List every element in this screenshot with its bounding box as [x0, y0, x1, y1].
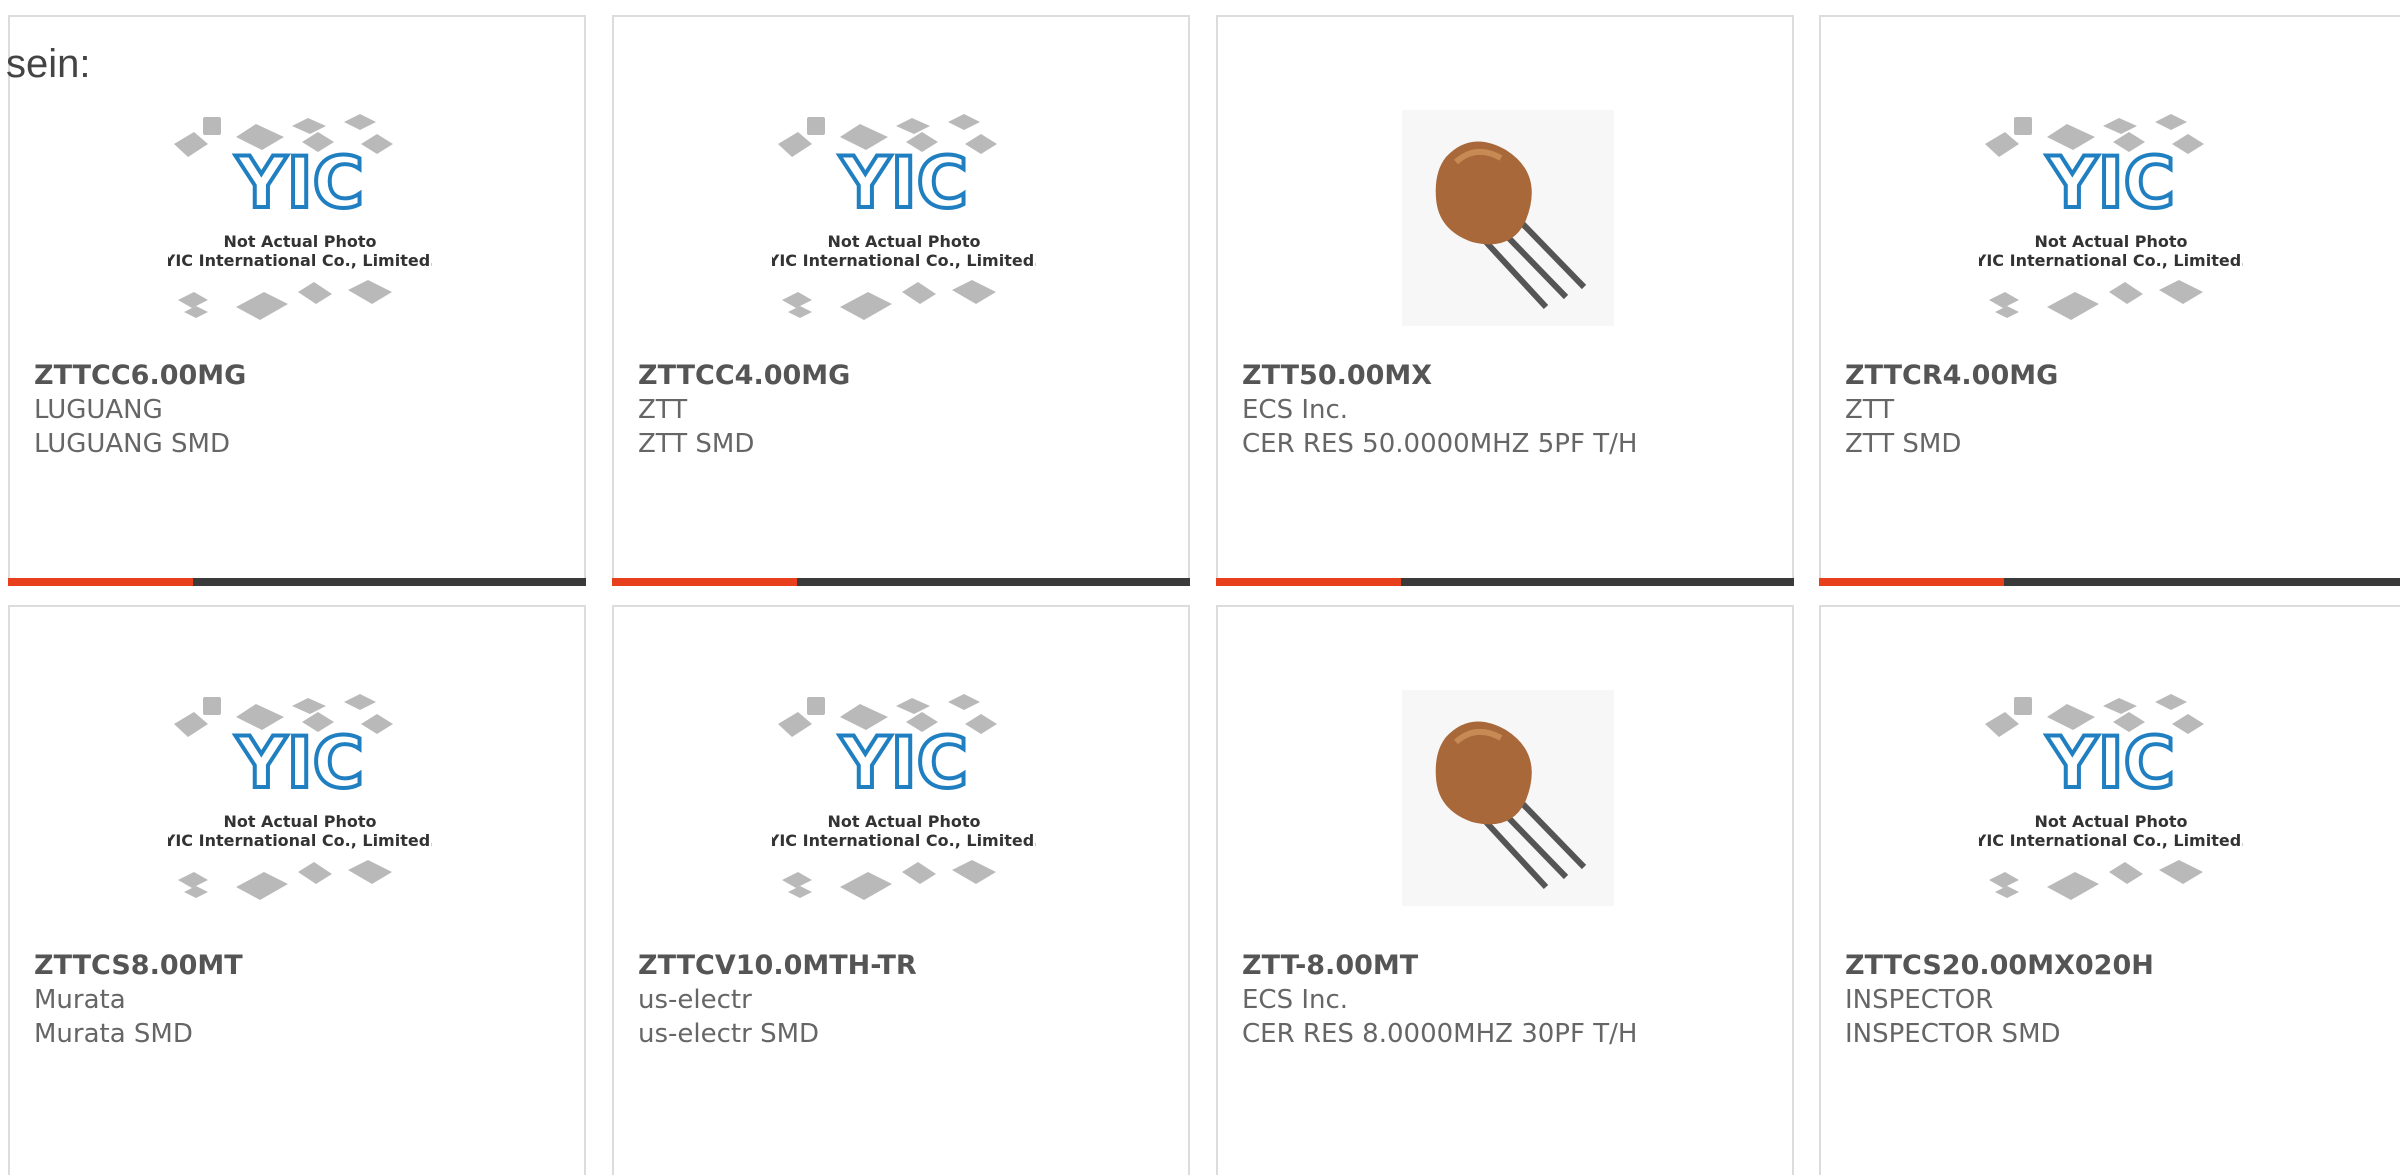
product-placeholder-image[interactable]: YIC Not Actual Photo YIC International C… — [772, 682, 1036, 914]
card-bottom-bar — [1216, 578, 1794, 586]
yic-placeholder-icon: YIC Not Actual Photo YIC International C… — [772, 694, 1036, 900]
card-accent-bar — [1819, 578, 2004, 586]
manufacturer: LUGUANG — [34, 395, 163, 425]
description: us-electr SMD — [638, 1019, 820, 1049]
svg-text:YIC International Co., Limited: YIC International Co., Limited. — [168, 251, 432, 270]
description: LUGUANG SMD — [34, 429, 231, 459]
card-bottom-bar — [8, 578, 586, 586]
manufacturer: ZTT — [638, 395, 688, 425]
description: CER RES 50.0000MHZ 5PF T/H — [1242, 429, 1638, 459]
product-card[interactable]: YIC Not Actual Photo YIC International C… — [1819, 605, 2400, 1175]
product-card[interactable]: ZTT-8.00MT ECS Inc. CER RES 8.0000MHZ 30… — [1216, 605, 1794, 1175]
svg-text:Not Actual Photo: Not Actual Photo — [827, 232, 980, 251]
card-accent-bar — [1216, 578, 1401, 586]
yic-placeholder-icon: YIC Not Actual Photo YIC International C… — [168, 694, 432, 900]
description: CER RES 8.0000MHZ 30PF T/H — [1242, 1019, 1638, 1049]
manufacturer: Murata — [34, 985, 126, 1015]
product-info: ZTTCS20.00MX020H INSPECTOR INSPECTOR SMD — [1845, 949, 2154, 1051]
description: Murata SMD — [34, 1019, 193, 1049]
manufacturer: ECS Inc. — [1242, 985, 1349, 1015]
product-image[interactable] — [1376, 102, 1640, 334]
svg-text:Not Actual Photo: Not Actual Photo — [223, 232, 376, 251]
part-number[interactable]: ZTTCC4.00MG — [638, 359, 850, 393]
part-number[interactable]: ZTT50.00MX — [1242, 359, 1637, 393]
section-label: sein: — [6, 42, 91, 86]
svg-text:YIC International Co., Limited: YIC International Co., Limited. — [168, 831, 432, 850]
manufacturer: INSPECTOR — [1845, 985, 1994, 1015]
yic-placeholder-icon: YIC Not Actual Photo YIC International C… — [1979, 694, 2243, 900]
part-number[interactable]: ZTTCC6.00MG — [34, 359, 246, 393]
svg-text:YIC International Co., Limited: YIC International Co., Limited. — [1979, 251, 2243, 270]
product-card[interactable]: YIC Not Actual Photo YIC International C… — [8, 605, 586, 1175]
yic-placeholder-icon: YIC Not Actual Photo YIC International C… — [168, 114, 432, 320]
svg-text:YIC: YIC — [235, 142, 364, 224]
svg-text:YIC International Co., Limited: YIC International Co., Limited. — [772, 831, 1036, 850]
description: ZTT SMD — [638, 429, 755, 459]
manufacturer: ZTT — [1845, 395, 1895, 425]
svg-text:Not Actual Photo: Not Actual Photo — [827, 812, 980, 831]
product-info: ZTTCS8.00MT Murata Murata SMD — [34, 949, 243, 1051]
svg-text:YIC International Co., Limited: YIC International Co., Limited. — [1979, 831, 2243, 850]
product-info: ZTTCC6.00MG LUGUANG LUGUANG SMD — [34, 359, 246, 461]
description: ZTT SMD — [1845, 429, 1962, 459]
product-placeholder-image[interactable]: YIC Not Actual Photo YIC International C… — [1979, 682, 2243, 914]
ceramic-resonator-icon — [1402, 110, 1614, 326]
svg-text:Not Actual Photo: Not Actual Photo — [2034, 812, 2187, 831]
card-bottom-bar — [1819, 578, 2400, 586]
part-number[interactable]: ZTTCS8.00MT — [34, 949, 243, 983]
product-info: ZTTCV10.0MTH-TR us-electr us-electr SMD — [638, 949, 917, 1051]
part-number[interactable]: ZTTCS20.00MX020H — [1845, 949, 2154, 983]
svg-text:Not Actual Photo: Not Actual Photo — [2034, 232, 2187, 251]
svg-text:YIC: YIC — [235, 722, 364, 804]
card-bottom-bar — [612, 578, 1190, 586]
product-card[interactable]: YIC Not Actual Photo YIC International C… — [8, 15, 586, 586]
card-accent-bar — [612, 578, 797, 586]
product-info: ZTTCC4.00MG ZTT ZTT SMD — [638, 359, 850, 461]
part-number[interactable]: ZTTCR4.00MG — [1845, 359, 2058, 393]
svg-text:YIC: YIC — [839, 142, 968, 224]
manufacturer: us-electr — [638, 985, 752, 1015]
product-info: ZTT50.00MX ECS Inc. CER RES 50.0000MHZ 5… — [1242, 359, 1637, 461]
ceramic-resonator-icon — [1402, 690, 1614, 906]
svg-text:YIC: YIC — [2046, 722, 2175, 804]
yic-placeholder-icon: YIC Not Actual Photo YIC International C… — [1979, 114, 2243, 320]
product-card[interactable]: ZTT50.00MX ECS Inc. CER RES 50.0000MHZ 5… — [1216, 15, 1794, 586]
manufacturer: ECS Inc. — [1242, 395, 1349, 425]
product-placeholder-image[interactable]: YIC Not Actual Photo YIC International C… — [168, 682, 432, 914]
part-number[interactable]: ZTTCV10.0MTH-TR — [638, 949, 917, 983]
product-placeholder-image[interactable]: YIC Not Actual Photo YIC International C… — [168, 102, 432, 334]
svg-text:YIC: YIC — [2046, 142, 2175, 224]
product-card[interactable]: YIC Not Actual Photo YIC International C… — [612, 605, 1190, 1175]
product-card[interactable]: YIC Not Actual Photo YIC International C… — [1819, 15, 2400, 586]
product-info: ZTT-8.00MT ECS Inc. CER RES 8.0000MHZ 30… — [1242, 949, 1637, 1051]
card-accent-bar — [8, 578, 193, 586]
product-card[interactable]: YIC Not Actual Photo YIC International C… — [612, 15, 1190, 586]
product-placeholder-image[interactable]: YIC Not Actual Photo YIC International C… — [1979, 102, 2243, 334]
svg-text:Not Actual Photo: Not Actual Photo — [223, 812, 376, 831]
product-info: ZTTCR4.00MG ZTT ZTT SMD — [1845, 359, 2058, 461]
svg-text:YIC International Co., Limited: YIC International Co., Limited. — [772, 251, 1036, 270]
yic-placeholder-icon: YIC Not Actual Photo YIC International C… — [772, 114, 1036, 320]
part-number[interactable]: ZTT-8.00MT — [1242, 949, 1637, 983]
product-image[interactable] — [1376, 682, 1640, 914]
description: INSPECTOR SMD — [1845, 1019, 2061, 1049]
svg-text:YIC: YIC — [839, 722, 968, 804]
product-placeholder-image[interactable]: YIC Not Actual Photo YIC International C… — [772, 102, 1036, 334]
